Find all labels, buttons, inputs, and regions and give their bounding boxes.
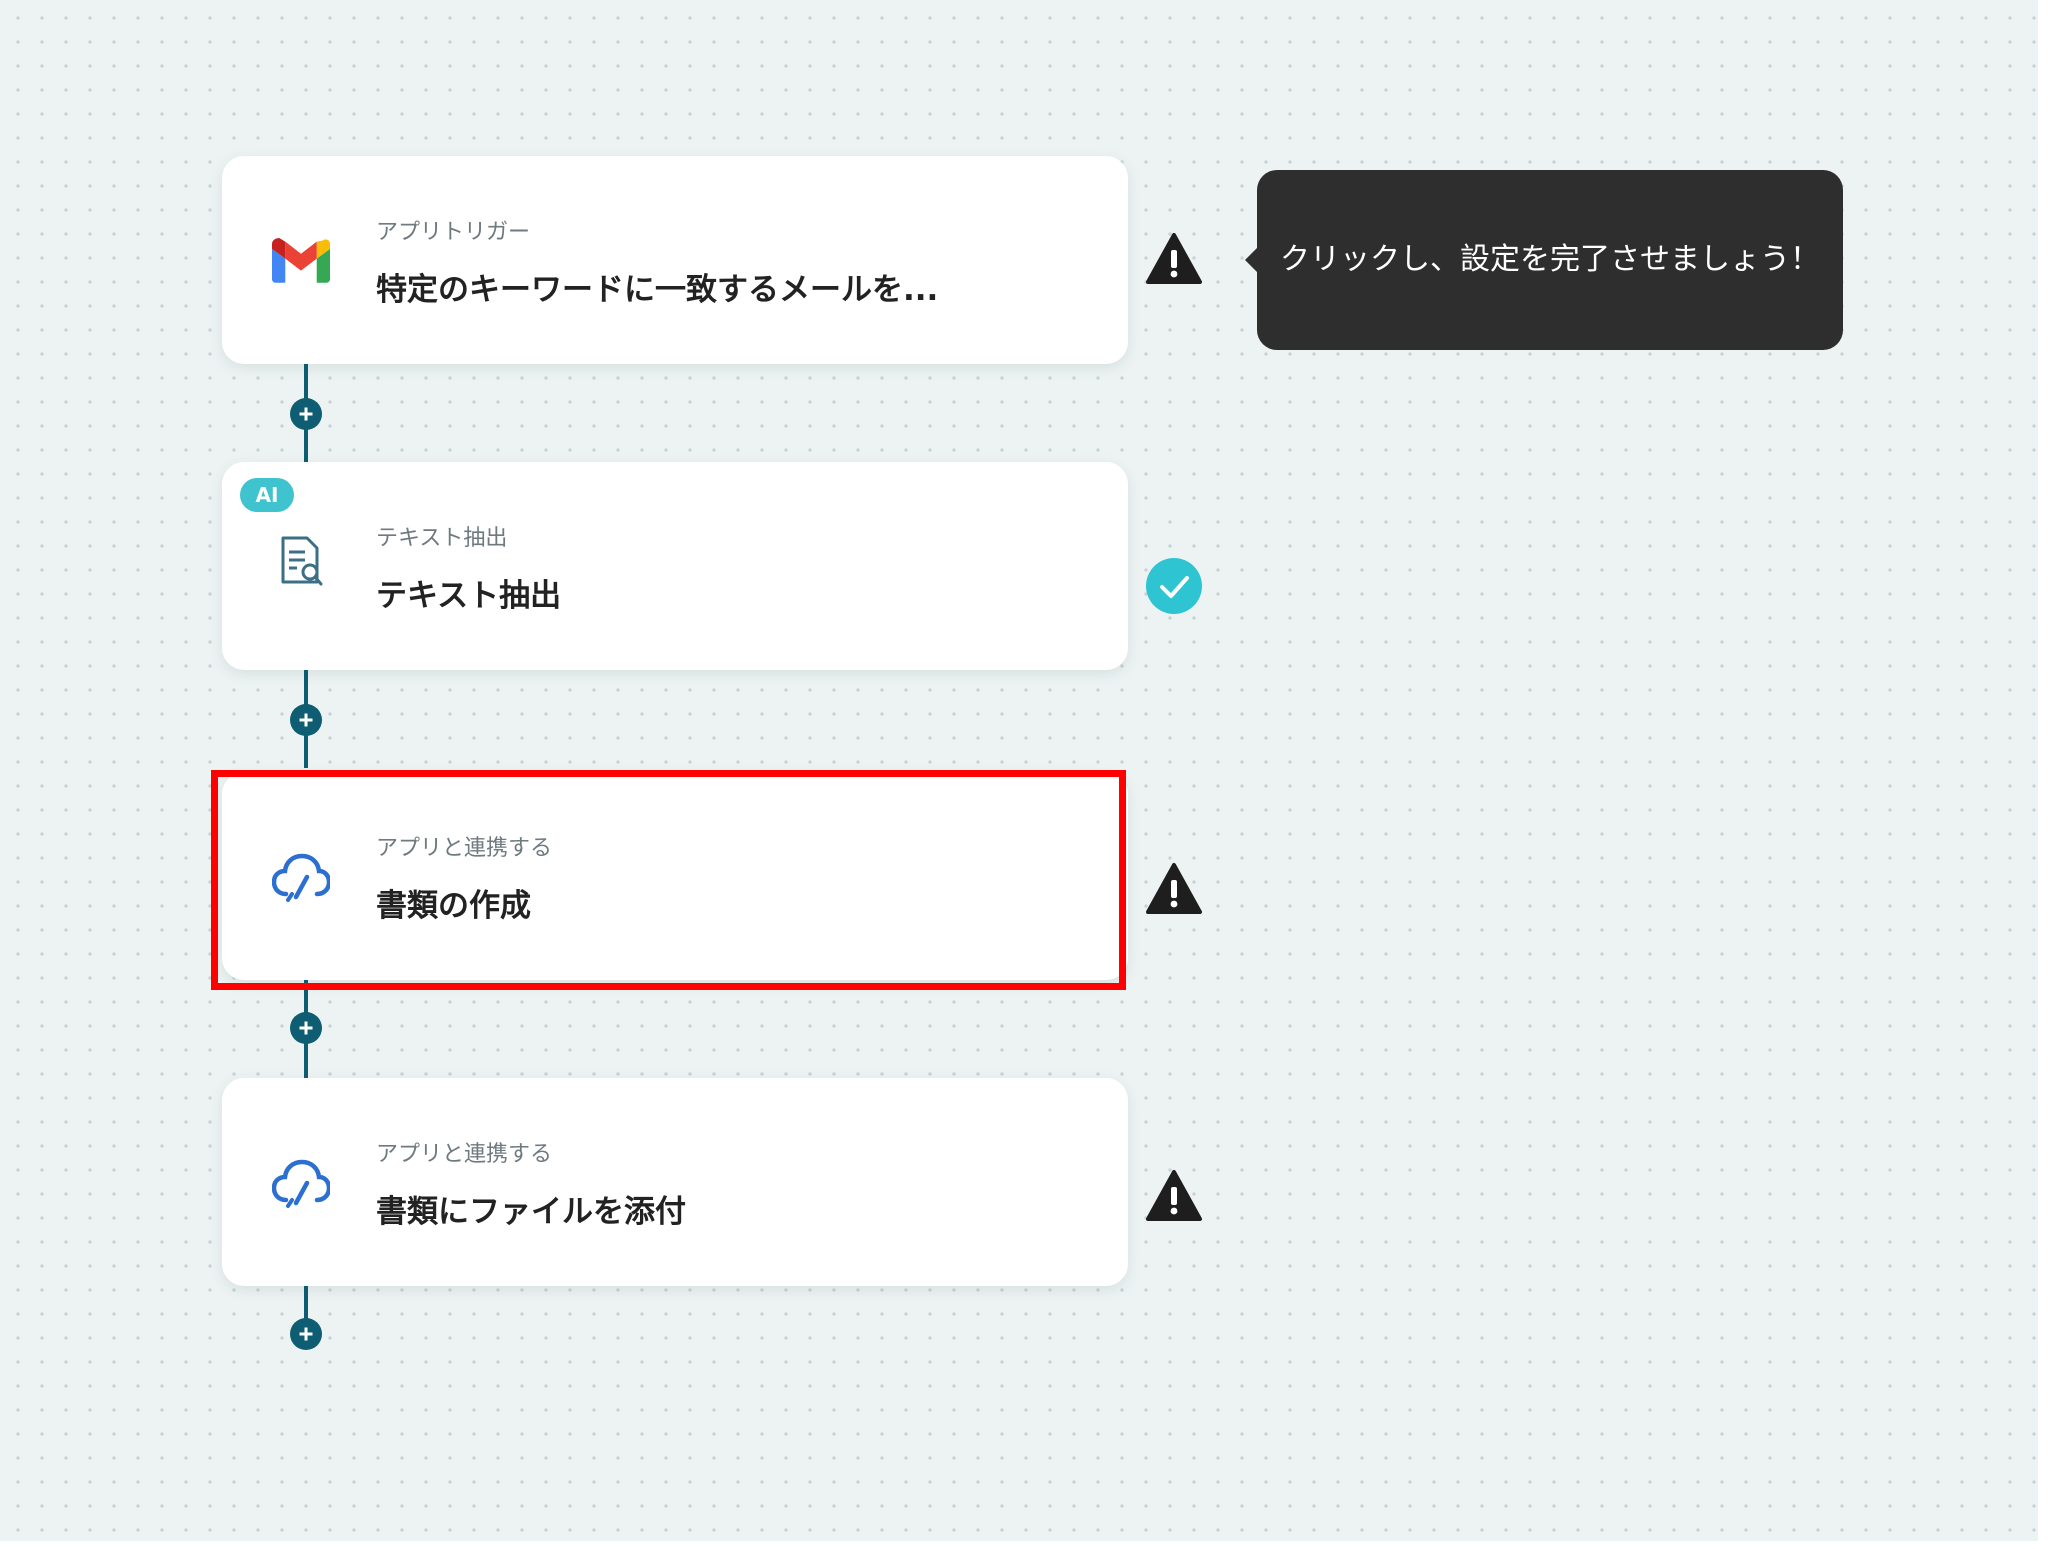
step-title: 書類にファイルを添付 [376,1194,686,1230]
setup-hint-tooltip: クリックし、設定を完了させましょう！ [1245,170,1843,350]
step-type-label: アプリと連携する [376,836,553,861]
cloud-sign-icon [272,850,330,904]
window-edge [2038,0,2048,1549]
add-step-button[interactable] [290,704,322,736]
step-type-label: アプリトリガー [376,220,531,245]
warning-icon [1145,230,1203,288]
step-card-create-document[interactable]: アプリと連携する 書類の作成 [222,772,1128,980]
step-type-label: アプリと連携する [376,1142,553,1167]
step-card-attach-file[interactable]: アプリと連携する 書類にファイルを添付 [222,1078,1128,1286]
warning-icon [1145,1167,1203,1225]
add-step-button[interactable] [290,1318,322,1350]
add-step-button[interactable] [290,398,322,430]
gmail-icon [272,234,330,288]
step-type-label: テキスト抽出 [376,526,508,551]
step-title: 特定のキーワードに一致するメールを... [376,272,939,308]
cloud-sign-icon [272,1156,330,1210]
document-search-icon [272,534,330,588]
step-card-text-extraction[interactable]: AI テキスト抽出 テキスト抽出 [222,462,1128,670]
step-title: テキスト抽出 [376,578,562,614]
check-icon [1145,557,1203,615]
window-edge [0,1541,2048,1549]
step-title: 書類の作成 [376,888,531,924]
ai-badge: AI [240,478,294,512]
warning-icon [1145,860,1203,918]
step-card-gmail-trigger[interactable]: アプリトリガー 特定のキーワードに一致するメールを... [222,156,1128,364]
tooltip-text: クリックし、設定を完了させましょう！ [1280,242,1820,277]
add-step-button[interactable] [290,1012,322,1044]
